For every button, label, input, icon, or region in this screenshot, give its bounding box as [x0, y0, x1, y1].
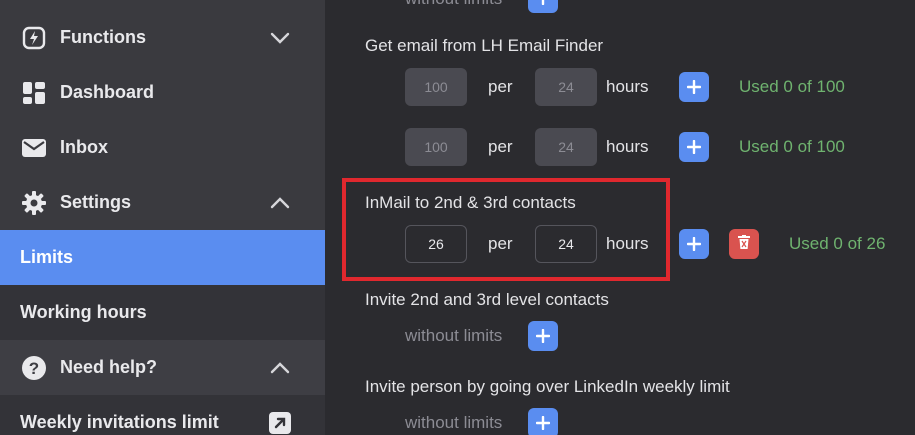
- sidebar-item-working-hours[interactable]: Working hours: [0, 285, 325, 340]
- dashboard-icon: [21, 80, 47, 106]
- sidebar-item-limits[interactable]: Limits: [0, 230, 325, 285]
- hours-input[interactable]: 24: [535, 128, 597, 166]
- add-limit-button[interactable]: [528, 321, 558, 351]
- delete-limit-button[interactable]: [729, 229, 759, 259]
- trash-icon: [738, 234, 750, 254]
- hours-label: hours: [606, 137, 649, 156]
- sidebar-item-need-help[interactable]: ? Need help?: [0, 340, 325, 395]
- sidebar-item-label: Functions: [60, 27, 146, 47]
- usage-text: Used 0 of 26: [789, 234, 886, 253]
- section-title: Get email from LH Email Finder: [365, 36, 604, 55]
- add-limit-button[interactable]: [528, 0, 558, 13]
- sidebar-item-weekly-invitations[interactable]: Weekly invitations limit: [0, 395, 325, 435]
- sidebar-item-settings[interactable]: Settings: [0, 175, 325, 230]
- sidebar-item-label: Need help?: [60, 357, 158, 377]
- chevron-up-icon[interactable]: [268, 191, 292, 215]
- usage-text: Used 0 of 100: [739, 137, 845, 156]
- chevron-down-icon[interactable]: [268, 26, 292, 50]
- count-input[interactable]: 100: [405, 128, 467, 166]
- section-title: Invite 2nd and 3rd level contacts: [365, 290, 609, 309]
- help-circle-icon: ?: [21, 355, 47, 381]
- add-limit-button[interactable]: [528, 408, 558, 435]
- per-label: per: [488, 137, 513, 156]
- limit-value: without limits: [405, 0, 502, 9]
- sidebar-item-label: Settings: [60, 192, 132, 212]
- hours-label: hours: [606, 77, 649, 96]
- mail-icon: [21, 135, 47, 161]
- add-limit-button[interactable]: [679, 72, 709, 102]
- limit-value: without limits: [405, 413, 503, 432]
- chevron-up-icon[interactable]: [268, 356, 292, 380]
- sidebar: Functions Dashboard Inbox Settings Limit…: [0, 0, 325, 435]
- sidebar-item-label: Limits: [20, 247, 74, 267]
- sidebar-item-label: Inbox: [60, 137, 108, 157]
- sidebar-item-label: Working hours: [20, 302, 147, 322]
- svg-text:?: ?: [29, 359, 39, 378]
- limit-value: without limits: [405, 326, 503, 345]
- sidebar-item-label: Weekly invitations limit: [20, 412, 219, 432]
- hours-input[interactable]: 24: [535, 68, 597, 106]
- sidebar-item-inbox[interactable]: Inbox: [0, 120, 325, 175]
- lightning-icon: [21, 25, 47, 51]
- external-link-icon[interactable]: [268, 411, 292, 435]
- count-input[interactable]: 100: [405, 68, 467, 106]
- sidebar-item-label: Dashboard: [60, 82, 155, 102]
- add-limit-button[interactable]: [679, 132, 709, 162]
- highlight-box: [342, 178, 670, 281]
- per-label: per: [488, 77, 513, 96]
- add-limit-button[interactable]: [679, 229, 709, 259]
- usage-text: Used 0 of 100: [739, 77, 845, 96]
- section-title: Invite person by going over LinkedIn wee…: [365, 377, 730, 396]
- sidebar-item-dashboard[interactable]: Dashboard: [0, 65, 325, 120]
- sidebar-item-functions[interactable]: Functions: [0, 10, 325, 65]
- gear-icon: [21, 190, 47, 216]
